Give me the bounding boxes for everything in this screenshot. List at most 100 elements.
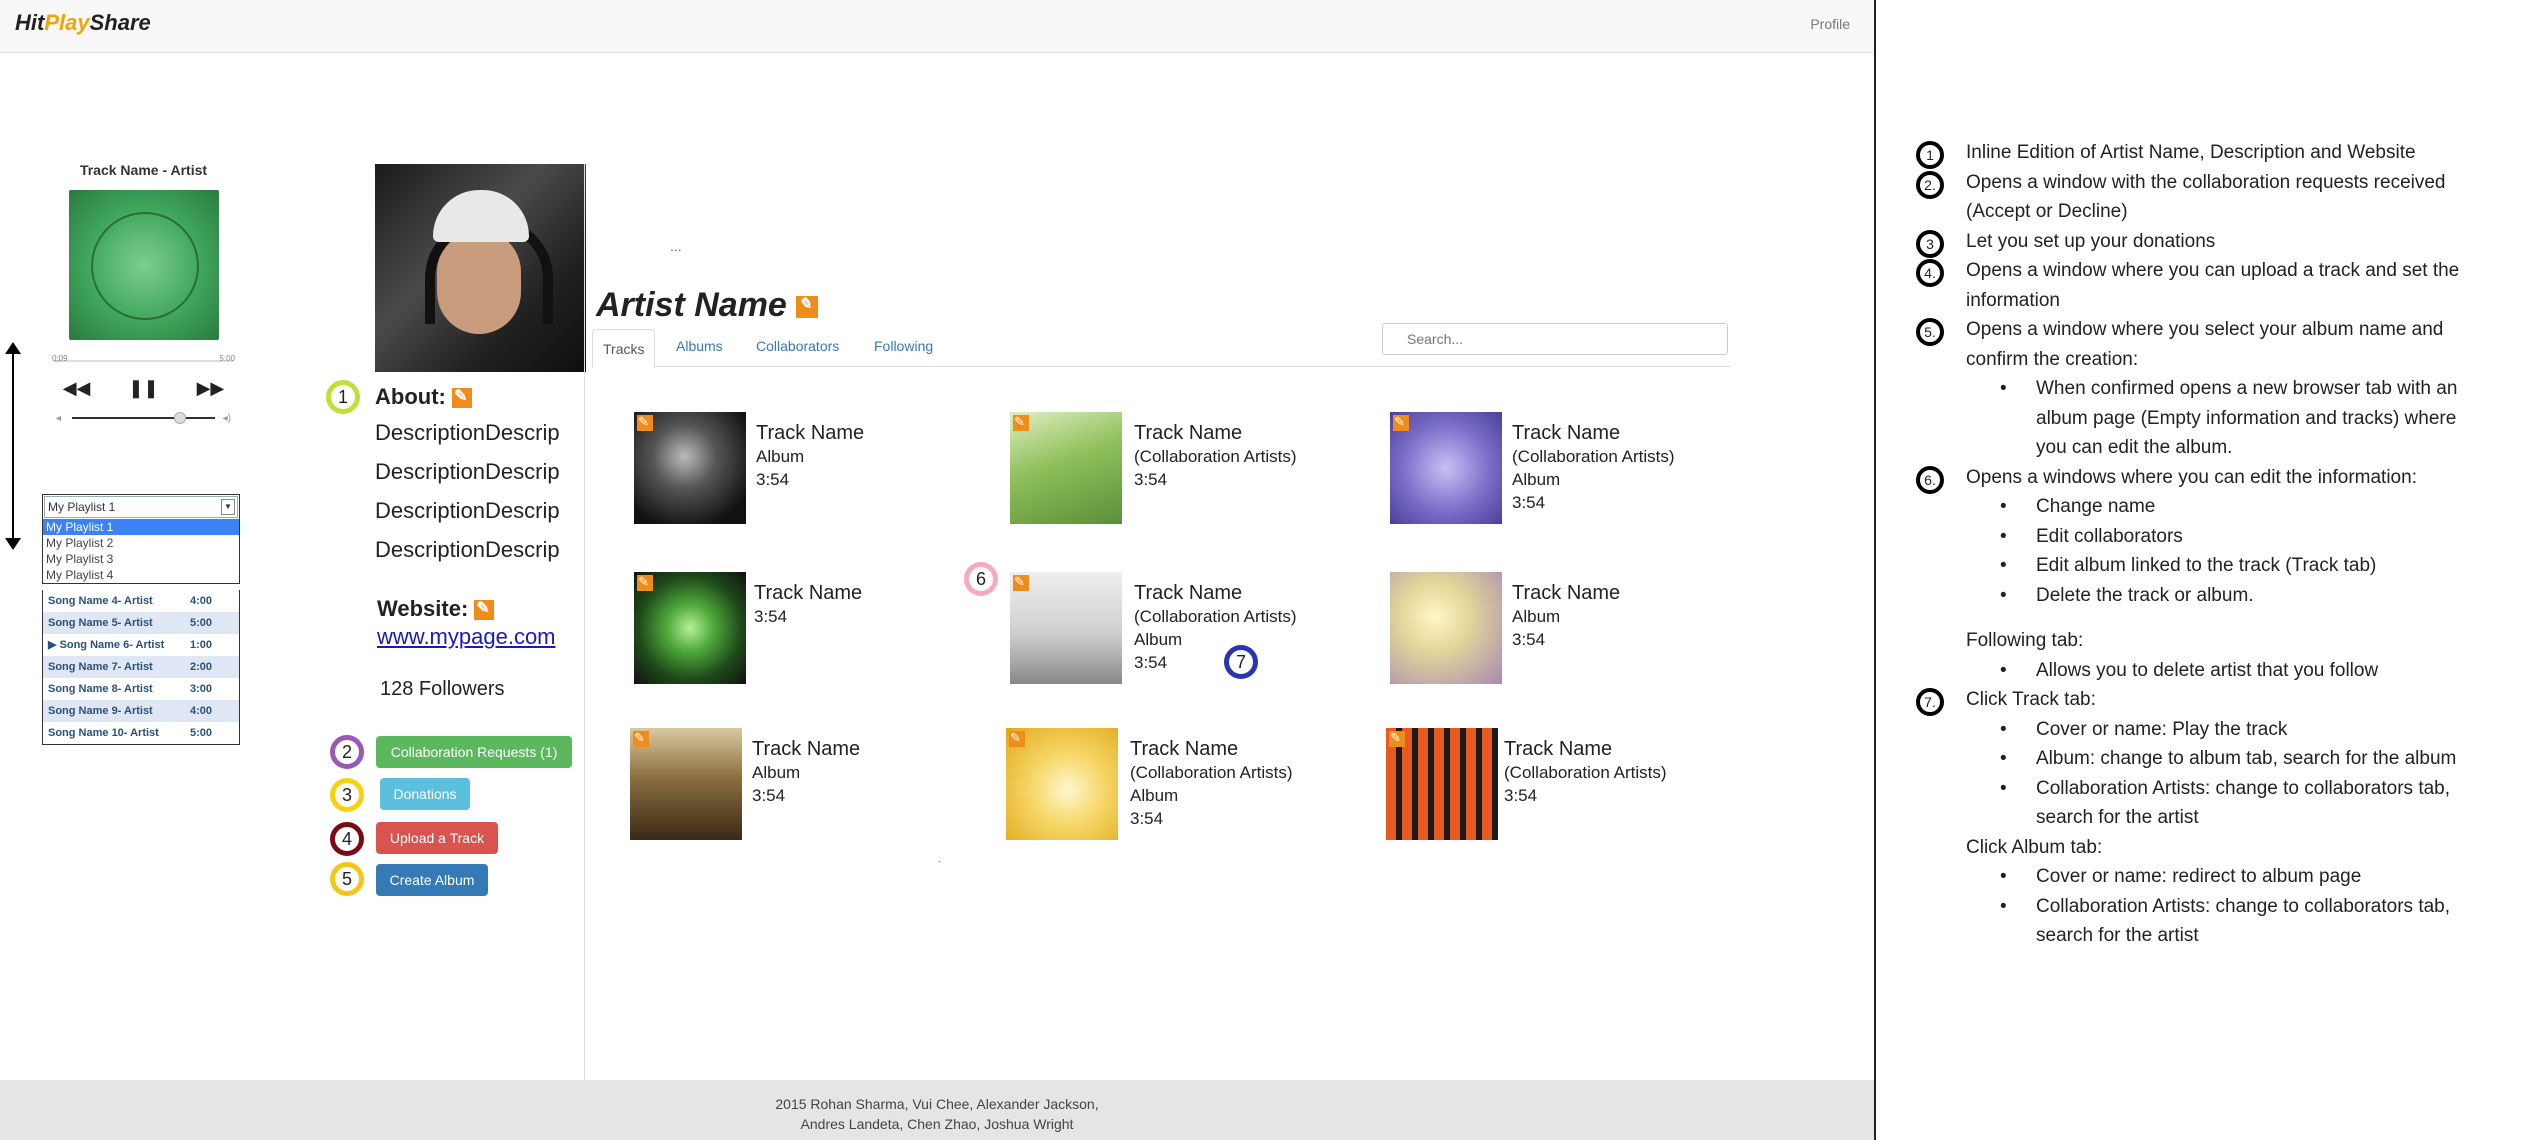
playlist-option[interactable]: My Playlist 2 [43,535,239,551]
track-collab-artists[interactable]: (Collaboration Artists) [1130,761,1293,784]
website-link[interactable]: www.mypage.com [377,624,556,650]
note-bullet: Change name [1916,492,2476,522]
progress-bar[interactable]: 0:09 5:00 [52,354,235,364]
song-row[interactable]: Song Name 9- Artist 4:00 [43,700,239,722]
edit-track-icon[interactable] [1389,730,1405,747]
tab-collaborators[interactable]: Collaborators [756,338,839,354]
track-album[interactable]: Album [752,761,860,784]
edit-track-icon[interactable] [1009,730,1025,747]
track-name[interactable]: Track Name [1512,582,1620,605]
volume-knob[interactable] [174,412,187,424]
song-row[interactable]: Song Name 4- Artist 4:00 [43,590,239,612]
track-duration: 3:54 [1512,630,1546,649]
note-4: 4. Opens a window where you can upload a … [1916,256,2476,315]
song-duration: 3:00 [190,683,213,695]
track-collab-artists[interactable]: (Collaboration Artists) [1504,761,1667,784]
note-1: 1 Inline Edition of Artist Name, Descript… [1916,138,2476,169]
note-marker-6: 6. [1916,465,1944,494]
track-name[interactable]: Track Name [756,422,864,445]
track-name[interactable]: Track Name [1512,422,1675,445]
tab-albums[interactable]: Albums [676,338,723,354]
chevron-down-icon[interactable]: ▼ [221,499,235,515]
track-duration: 3:54 [1130,809,1164,828]
playlist-option[interactable]: My Playlist 4 [43,567,239,583]
note-bullet: Collaboration Artists: change to collabo… [1916,774,2476,833]
song-name: Song Name 5- Artist [48,617,153,629]
track-cover[interactable] [634,572,746,684]
description-line[interactable]: DescriptionDescrip [375,498,585,524]
track-info: Track Name (Collaboration Artists) Album… [1512,422,1675,514]
edit-track-icon[interactable] [637,574,653,591]
track-album[interactable]: Album [1512,605,1620,628]
song-row[interactable]: Song Name 7- Artist 2:00 [43,656,239,678]
total-time: 5:00 [219,354,235,363]
collaboration-requests-button[interactable]: Collaboration Requests (1) [376,736,572,768]
track-album[interactable]: Album [1512,468,1675,491]
edit-track-icon[interactable] [1393,414,1409,431]
playlist-option[interactable]: My Playlist 1 [43,519,239,535]
pause-icon[interactable]: ❚❚ [128,378,158,399]
song-duration: 4:00 [190,705,213,717]
track-name[interactable]: Track Name [1504,738,1667,761]
track-album[interactable]: Album [1134,628,1297,651]
edit-track-icon[interactable] [1013,414,1029,431]
track-name[interactable]: Track Name [1130,738,1293,761]
track-collab-artists[interactable]: (Collaboration Artists) [1134,445,1297,468]
donations-button[interactable]: Donations [380,778,470,810]
edit-track-icon[interactable] [637,414,653,431]
profile-link[interactable]: Profile [1810,16,1850,32]
track-duration: 3:54 [1504,786,1538,805]
song-name: Song Name 10- Artist [48,727,159,739]
description-line[interactable]: DescriptionDescrip [375,420,585,446]
edit-about-icon[interactable] [451,387,472,409]
track-cover[interactable] [1390,572,1502,684]
playlist-select[interactable]: My Playlist 1 ▼ My Playlist 1 My Playlis… [42,494,240,584]
forward-icon[interactable]: ▶▶ [197,378,225,399]
rewind-icon[interactable]: ◀◀ [63,378,91,399]
search-input[interactable] [1382,323,1728,355]
track-album[interactable]: Album [756,445,864,468]
description-line[interactable]: DescriptionDescrip [375,537,585,563]
track-cover[interactable] [634,412,746,524]
note-bullet: When confirmed opens a new browser tab w… [1916,374,2476,463]
song-duration: 4:00 [190,595,213,607]
playlist-option[interactable]: My Playlist 3 [43,551,239,567]
create-album-button[interactable]: Create Album [376,864,488,896]
track-cover[interactable] [1390,412,1502,524]
track-name[interactable]: Track Name [752,738,860,761]
track-cover[interactable] [1386,728,1498,840]
artist-name[interactable]: Artist Name [596,286,787,324]
upload-track-button[interactable]: Upload a Track [376,822,498,854]
track-cover[interactable] [1010,412,1122,524]
track-name[interactable]: Track Name [1134,582,1297,605]
song-row[interactable]: Song Name 5- Artist 5:00 [43,612,239,634]
description-line[interactable]: DescriptionDescrip [375,459,585,485]
tab-following[interactable]: Following [874,338,933,354]
now-playing-cover[interactable] [68,190,219,340]
track-name[interactable]: Track Name [1134,422,1297,445]
edit-artist-name-icon[interactable] [796,295,819,319]
edit-website-icon[interactable] [474,599,495,621]
track-collab-artists[interactable]: (Collaboration Artists) [1512,445,1675,468]
playlist-select-value[interactable]: My Playlist 1 ▼ [44,496,238,518]
note-spacer [1916,610,2476,626]
edit-track-icon[interactable] [633,730,649,747]
track-album[interactable]: Album [1130,784,1293,807]
song-row[interactable]: ▶ Song Name 6- Artist 1:00 [43,634,239,656]
song-row[interactable]: Song Name 8- Artist 3:00 [43,678,239,700]
artist-photo [375,164,586,372]
edit-track-icon[interactable] [1013,574,1029,591]
callout-1: 1 [326,380,360,414]
sidebar-divider [584,164,585,1080]
track-collab-artists[interactable]: (Collaboration Artists) [1134,605,1297,628]
volume-slider[interactable]: ◂ ◂) [56,412,231,424]
track-name[interactable]: Track Name [754,582,862,605]
app-logo[interactable]: HitPlayShare [15,10,151,36]
note-marker-1: 1 [1916,141,1944,169]
callout-2: 2 [330,735,364,769]
track-cover[interactable] [1006,728,1118,840]
song-row[interactable]: Song Name 10- Artist 5:00 [43,722,239,744]
tab-tracks[interactable]: Tracks [592,329,656,368]
track-cover[interactable] [1010,572,1122,684]
track-cover[interactable] [630,728,742,840]
